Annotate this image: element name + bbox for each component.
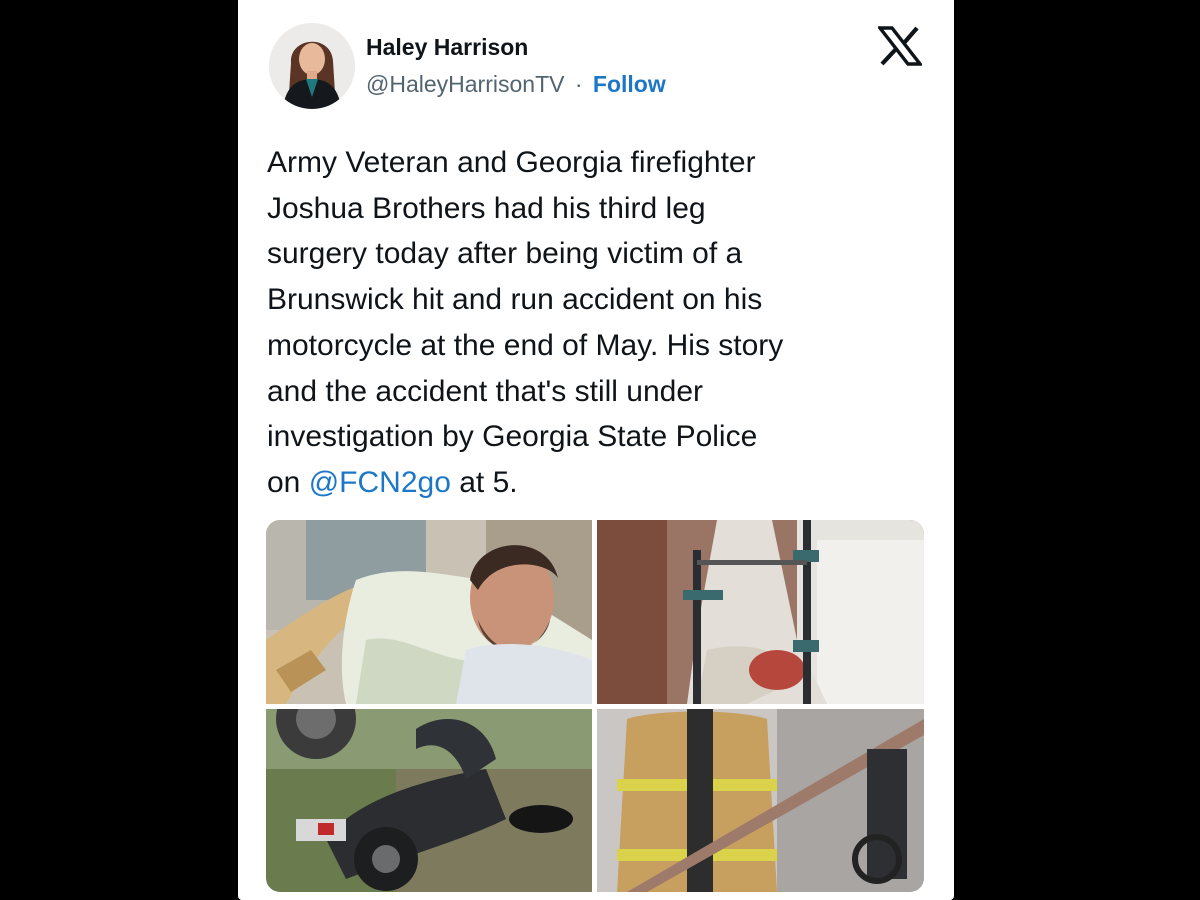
photo-firefighter-gear[interactable]	[597, 709, 924, 892]
tweet-line: investigation by Georgia State Police	[267, 420, 758, 454]
tweet-last-line-suffix: at 5.	[450, 465, 518, 499]
photo-leg-external-fixator[interactable]	[597, 520, 924, 704]
tweet-line: Joshua Brothers had his third leg	[267, 191, 706, 225]
author-handle[interactable]: @HaleyHarrisonTV	[366, 71, 564, 97]
tweet-last-line: on @FCN2go at 5.	[267, 460, 937, 506]
photo-hospital-bed-selfie[interactable]	[266, 520, 592, 704]
tweet-line: surgery today after being victim of a	[267, 237, 743, 271]
author-name[interactable]: Haley Harrison	[366, 34, 528, 61]
media-grid	[266, 520, 924, 892]
photo-wrecked-motorcycle[interactable]	[266, 709, 592, 892]
x-logo-icon[interactable]	[876, 26, 924, 66]
author-handle-row: @HaleyHarrisonTV · Follow	[366, 71, 666, 98]
tweet-line: motorcycle at the end of May. His story	[267, 328, 784, 362]
tweet-text: Army Veteran and Georgia firefighter Jos…	[267, 140, 937, 506]
tweet-line: Army Veteran and Georgia firefighter	[267, 146, 756, 179]
tweet-line: Brunswick hit and run accident on his	[267, 283, 763, 317]
tweet-last-line-prefix: on	[267, 465, 309, 499]
author-avatar[interactable]	[269, 23, 355, 109]
tweet-header: Haley Harrison @HaleyHarrisonTV · Follow	[238, 0, 954, 130]
follow-button[interactable]: Follow	[593, 71, 666, 97]
tweet-embed-card[interactable]: Haley Harrison @HaleyHarrisonTV · Follow…	[238, 0, 954, 900]
tweet-line: and the accident that's still under	[267, 374, 703, 408]
mention-link[interactable]: @FCN2go	[309, 466, 451, 499]
separator-dot: ·	[574, 71, 583, 97]
